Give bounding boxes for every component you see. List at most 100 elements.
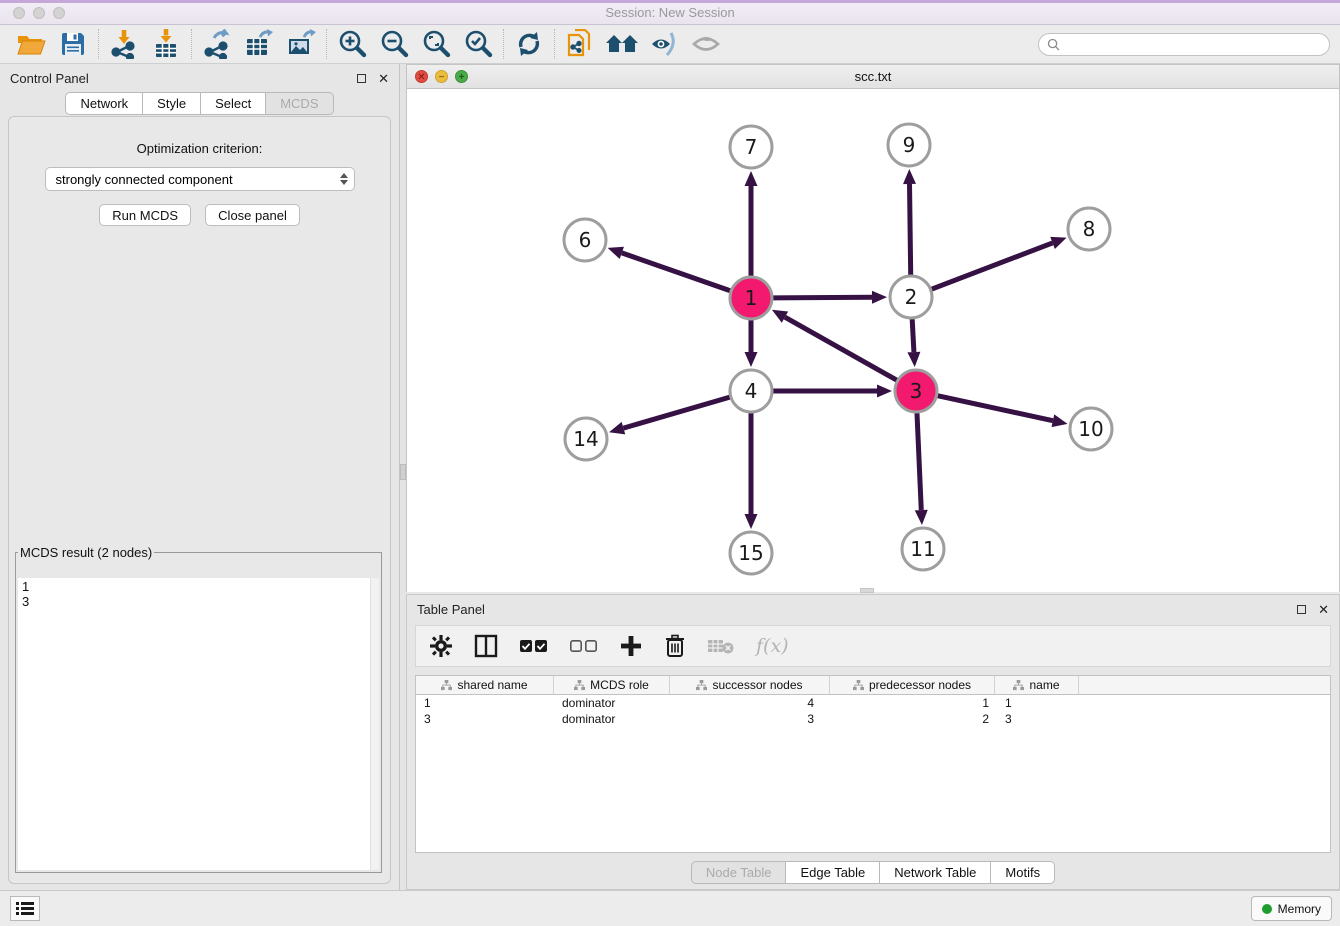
save-session-button[interactable] [52, 27, 94, 61]
open-session-button[interactable] [10, 27, 52, 61]
node-label: 15 [738, 541, 763, 565]
network-minimize-button[interactable]: − [435, 70, 448, 83]
optimization-criterion-select[interactable]: strongly connected component [45, 167, 355, 191]
edge-4-14[interactable] [623, 397, 729, 428]
table-row[interactable]: 1dominator411 [416, 695, 1330, 711]
memory-button[interactable]: Memory [1251, 896, 1332, 921]
table-row[interactable]: 3dominator323 [416, 711, 1330, 727]
zoom-selected-button[interactable] [457, 27, 499, 61]
network-window-titlebar[interactable]: scc.txt ✕ − + [407, 65, 1339, 89]
toolbar-separator [554, 29, 555, 59]
import-table-button[interactable] [145, 27, 187, 61]
zoom-in-button[interactable] [331, 27, 373, 61]
node-15[interactable]: 15 [730, 532, 772, 574]
tab-mcds[interactable]: MCDS [266, 92, 333, 115]
import-network-button[interactable] [103, 27, 145, 61]
optimization-criterion-label: Optimization criterion: [9, 141, 390, 156]
edge-2-3[interactable] [912, 319, 914, 352]
window-title: Session: New Session [0, 5, 1340, 20]
mcds-result-group: MCDS result (2 nodes) 13 [15, 545, 382, 873]
clone-network-button[interactable] [559, 27, 601, 61]
edge-1-2[interactable] [773, 297, 872, 298]
network-close-button[interactable]: ✕ [415, 70, 428, 83]
tab-node-table[interactable]: Node Table [691, 861, 787, 884]
node-table-body: 1dominator4113dominator323 [416, 695, 1330, 727]
delete-column-button[interactable] [664, 631, 686, 661]
column-header-name[interactable]: name [995, 676, 1079, 694]
horizontal-splitter-grip[interactable] [860, 588, 874, 593]
network-maximize-button[interactable]: + [455, 70, 468, 83]
table-panel-close-button[interactable]: ✕ [1318, 603, 1329, 616]
column-header-shared-name[interactable]: shared name [416, 676, 554, 694]
select-stepper-icon [340, 173, 348, 185]
table-cell: 1 [995, 696, 1079, 710]
delete-table-button[interactable] [708, 631, 734, 661]
edge-arrowhead [877, 385, 892, 398]
node-7[interactable]: 7 [730, 126, 772, 168]
tab-select[interactable]: Select [201, 92, 266, 115]
column-header-successor-nodes[interactable]: successor nodes [670, 676, 830, 694]
table-panel-float-button[interactable] [1297, 605, 1306, 614]
table-cell: 1 [830, 696, 995, 710]
node-10[interactable]: 10 [1070, 408, 1112, 450]
control-panel-float-button[interactable] [357, 74, 366, 83]
node-9[interactable]: 9 [888, 124, 930, 166]
tab-network-table[interactable]: Network Table [880, 861, 991, 884]
edge-3-11[interactable] [917, 413, 921, 510]
node-label: 8 [1083, 217, 1096, 241]
node-4[interactable]: 4 [730, 370, 772, 412]
mcds-result-text[interactable]: 13 [18, 578, 379, 870]
show-all-networks-button[interactable] [601, 27, 643, 61]
run-mcds-button[interactable]: Run MCDS [99, 204, 191, 226]
node-table-header: shared nameMCDS rolesuccessor nodesprede… [416, 676, 1330, 695]
hide-network-button[interactable] [643, 27, 685, 61]
tab-style[interactable]: Style [143, 92, 201, 115]
show-network-button[interactable] [685, 27, 727, 61]
node-1[interactable]: 1 [730, 277, 772, 319]
select-all-button[interactable] [520, 631, 548, 661]
zoom-fit-button[interactable] [415, 27, 457, 61]
export-network-button[interactable] [196, 27, 238, 61]
edge-arrowhead [745, 171, 758, 186]
tab-edge-table[interactable]: Edge Table [786, 861, 880, 884]
node-2[interactable]: 2 [890, 276, 932, 318]
unselect-all-button[interactable] [570, 631, 598, 661]
zoom-out-button[interactable] [373, 27, 415, 61]
apply-layout-button[interactable] [508, 27, 550, 61]
table-panel-tabs: Node TableEdge TableNetwork TableMotifs [407, 861, 1339, 884]
tab-network[interactable]: Network [65, 92, 143, 115]
close-panel-button[interactable]: Close panel [205, 204, 300, 226]
mcds-result-scrollbar[interactable] [370, 578, 379, 870]
edge-arrowhead [1052, 414, 1068, 427]
edge-3-1[interactable] [785, 317, 897, 380]
table-settings-button[interactable] [430, 631, 452, 661]
column-header-predecessor-nodes[interactable]: predecessor nodes [830, 676, 995, 694]
node-label: 4 [745, 379, 758, 403]
mcds-result-line: 3 [22, 594, 375, 609]
export-table-button[interactable] [238, 27, 280, 61]
edge-3-10[interactable] [937, 396, 1052, 421]
control-panel-close-button[interactable]: ✕ [378, 72, 389, 85]
node-11[interactable]: 11 [902, 528, 944, 570]
edge-2-8[interactable] [932, 243, 1053, 289]
export-image-button[interactable] [280, 27, 322, 61]
table-cell: 3 [995, 712, 1079, 726]
task-history-button[interactable] [10, 896, 40, 921]
edge-1-6[interactable] [622, 253, 730, 291]
split-view-button[interactable] [474, 631, 498, 661]
node-3[interactable]: 3 [895, 370, 937, 412]
node-label: 1 [745, 286, 758, 310]
function-builder-button[interactable]: f(x) [756, 631, 789, 661]
edge-2-9[interactable] [910, 184, 911, 275]
node-8[interactable]: 8 [1068, 208, 1110, 250]
node-14[interactable]: 14 [565, 418, 607, 460]
node-6[interactable]: 6 [564, 219, 606, 261]
tab-motifs[interactable]: Motifs [991, 861, 1055, 884]
search-input[interactable] [1065, 36, 1321, 52]
network-canvas[interactable]: 7 9 6 8 1 2 4 3 14 10 15 11 [407, 89, 1339, 592]
toolbar-separator [191, 29, 192, 59]
network-window-title: scc.txt [407, 69, 1339, 84]
add-column-button[interactable] [620, 631, 642, 661]
column-header-MCDS-role[interactable]: MCDS role [554, 676, 670, 694]
memory-status-icon [1262, 904, 1272, 914]
